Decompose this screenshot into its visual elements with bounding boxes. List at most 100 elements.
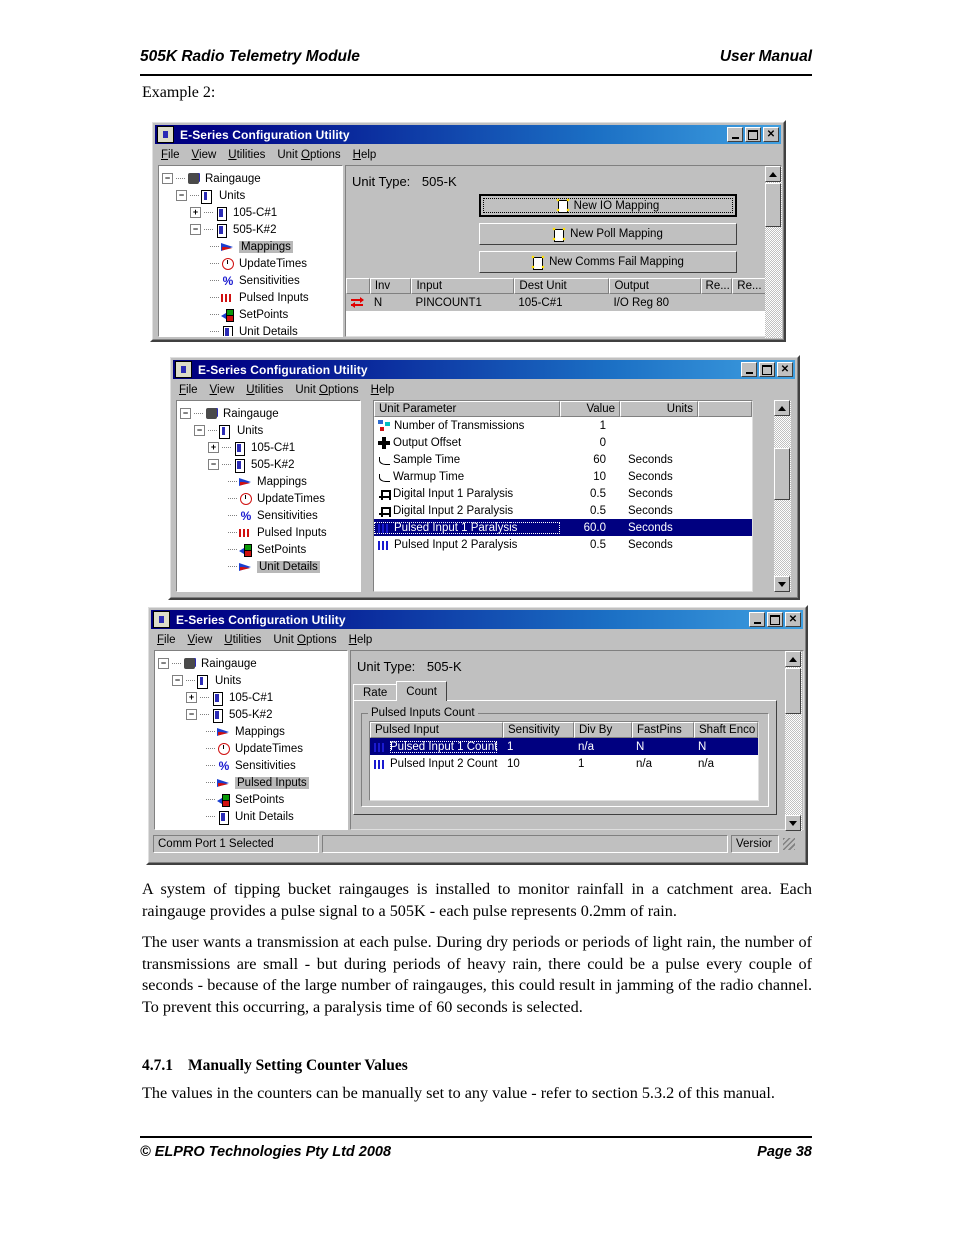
table-row[interactable]: Output Offset 0	[374, 434, 752, 451]
grid-header[interactable]: Unit Parameter Value Units	[374, 401, 752, 417]
scroll-up-button[interactable]	[785, 651, 801, 667]
tab-strip[interactable]: Rate Count	[353, 681, 447, 701]
window-pulsed-inputs[interactable]: E-Series Configuration Utility ✕ File Vi…	[146, 605, 808, 865]
tree-item-units[interactable]: − Units	[162, 187, 339, 204]
col-blank[interactable]	[698, 401, 752, 417]
col-re1[interactable]: Re...	[700, 278, 733, 294]
expand-toggle-icon[interactable]: +	[208, 442, 219, 453]
new-io-mapping-button[interactable]: New IO Mapping	[479, 194, 737, 217]
menu-help[interactable]: Help	[371, 384, 395, 396]
collapse-toggle-icon[interactable]: −	[172, 675, 183, 686]
maximize-button[interactable]	[759, 362, 775, 377]
menu-file[interactable]: File	[161, 149, 180, 161]
collapse-toggle-icon[interactable]: −	[190, 224, 201, 235]
tree-item-pulsed-inputs[interactable]: Pulsed Inputs	[162, 289, 339, 306]
vertical-scrollbar[interactable]	[785, 651, 802, 831]
tree-item-105-c1[interactable]: + 105-C#1	[162, 204, 339, 221]
tree-item-updatetimes[interactable]: UpdateTimes	[180, 490, 357, 507]
table-row[interactable]: Number of Transmissions 1	[374, 417, 752, 434]
col-units[interactable]: Units	[620, 401, 698, 417]
tree-item-sensitivities[interactable]: % Sensitivities	[180, 507, 357, 524]
titlebar[interactable]: E-Series Configuration Utility ✕	[173, 360, 795, 379]
maximize-button[interactable]	[767, 612, 783, 627]
window-mappings[interactable]: E-Series Configuration Utility ✕ File Vi…	[150, 120, 786, 342]
minimize-button[interactable]	[741, 362, 757, 377]
tree-item-setpoints[interactable]: SetPoints	[180, 541, 357, 558]
table-row[interactable]: N PINCOUNT1 105-C#1 I/O Reg 80	[346, 294, 766, 311]
vertical-scrollbar[interactable]	[774, 400, 791, 592]
menu-help[interactable]: Help	[349, 634, 373, 646]
menu-unit-options[interactable]: Unit Options	[273, 634, 336, 646]
tree-item-raingauge[interactable]: − Raingauge	[180, 405, 357, 422]
tab-rate[interactable]: Rate	[353, 684, 398, 701]
tree-item-updatetimes[interactable]: UpdateTimes	[162, 255, 339, 272]
tree-item-mappings[interactable]: Mappings	[180, 473, 357, 490]
tree-item-updatetimes[interactable]: UpdateTimes	[158, 740, 344, 757]
window-controls[interactable]: ✕	[749, 612, 803, 627]
col-inv[interactable]: Inv	[369, 278, 412, 294]
close-button[interactable]: ✕	[777, 362, 793, 377]
scrollbar-thumb[interactable]	[785, 668, 801, 714]
table-row[interactable]: Pulsed Input 2 Paralysis 0.5 Seconds	[374, 536, 752, 553]
menu-file[interactable]: File	[157, 634, 176, 646]
expand-toggle-icon[interactable]: +	[190, 207, 201, 218]
scrollbar-thumb[interactable]	[765, 183, 781, 227]
resize-grip[interactable]	[782, 837, 796, 851]
collapse-toggle-icon[interactable]: −	[194, 425, 205, 436]
tree-item-pulsed-inputs[interactable]: Pulsed Inputs	[180, 524, 357, 541]
table-row[interactable]: Digital Input 2 Paralysis 0.5 Seconds	[374, 502, 752, 519]
tree-pane[interactable]: − Raingauge − Units + 105-C#1 − 505-K#2 …	[176, 400, 361, 592]
tree-pane[interactable]: − Raingauge − Units + 105-C#1 − 505-K#2 …	[158, 165, 343, 337]
grid-header[interactable]: Inv Input Dest Unit Output Re... Re...	[346, 278, 766, 294]
menu-unit-options[interactable]: Unit Options	[295, 384, 358, 396]
menu-utilities[interactable]: Utilities	[246, 384, 283, 396]
tree-item-505-k2[interactable]: − 505-K#2	[158, 706, 344, 723]
menu-file[interactable]: File	[179, 384, 198, 396]
tree-item-105-c1[interactable]: + 105-C#1	[158, 689, 344, 706]
tree-item-units[interactable]: − Units	[158, 672, 344, 689]
menu-view[interactable]: View	[192, 149, 217, 161]
menu-unit-options[interactable]: Unit Options	[277, 149, 340, 161]
menu-view[interactable]: View	[210, 384, 235, 396]
menubar[interactable]: File View Utilities Unit Options Help	[151, 631, 803, 648]
minimize-button[interactable]	[749, 612, 765, 627]
vertical-scrollbar[interactable]	[765, 166, 782, 338]
window-unit-details[interactable]: E-Series Configuration Utility ✕ File Vi…	[168, 355, 800, 600]
col-input[interactable]: Input	[411, 278, 515, 294]
expand-toggle-icon[interactable]: +	[186, 692, 197, 703]
scroll-down-button[interactable]	[774, 576, 790, 592]
tree-item-setpoints[interactable]: SetPoints	[158, 791, 344, 808]
tree-item-units[interactable]: − Units	[180, 422, 357, 439]
col-re2[interactable]: Re...	[732, 278, 766, 294]
tree-item-sensitivities[interactable]: % Sensitivities	[158, 757, 344, 774]
collapse-toggle-icon[interactable]: −	[180, 408, 191, 419]
col-fastpins[interactable]: FastPins	[632, 722, 694, 738]
collapse-toggle-icon[interactable]: −	[158, 658, 169, 669]
collapse-toggle-icon[interactable]: −	[176, 190, 187, 201]
col-shaft-encoder[interactable]: Shaft Enco	[694, 722, 758, 738]
tree-item-505-k2[interactable]: − 505-K#2	[162, 221, 339, 238]
collapse-toggle-icon[interactable]: −	[208, 459, 219, 470]
col-value[interactable]: Value	[560, 401, 620, 417]
col-icon[interactable]	[346, 278, 370, 294]
collapse-toggle-icon[interactable]: −	[162, 173, 173, 184]
window-controls[interactable]: ✕	[727, 127, 781, 142]
maximize-button[interactable]	[745, 127, 761, 142]
titlebar[interactable]: E-Series Configuration Utility ✕	[155, 125, 781, 144]
table-row-selected[interactable]: Pulsed Input 1 Paralysis 60.0 Seconds	[374, 519, 752, 536]
col-unit-parameter[interactable]: Unit Parameter	[374, 401, 560, 417]
window-controls[interactable]: ✕	[741, 362, 795, 377]
tree-item-sensitivities[interactable]: % Sensitivities	[162, 272, 339, 289]
new-comms-fail-mapping-button[interactable]: New Comms Fail Mapping	[479, 251, 737, 273]
menu-help[interactable]: Help	[353, 149, 377, 161]
tree-item-mappings[interactable]: Mappings	[162, 238, 339, 255]
collapse-toggle-icon[interactable]: −	[186, 709, 197, 720]
table-row[interactable]: Warmup Time 10 Seconds	[374, 468, 752, 485]
tab-count[interactable]: Count	[396, 681, 447, 701]
menubar[interactable]: File View Utilities Unit Options Help	[155, 146, 781, 163]
close-button[interactable]: ✕	[785, 612, 801, 627]
tree-item-pulsed-inputs[interactable]: Pulsed Inputs	[158, 774, 344, 791]
scroll-up-button[interactable]	[765, 166, 781, 182]
table-row[interactable]: Sample Time 60 Seconds	[374, 451, 752, 468]
scroll-up-button[interactable]	[774, 400, 790, 416]
